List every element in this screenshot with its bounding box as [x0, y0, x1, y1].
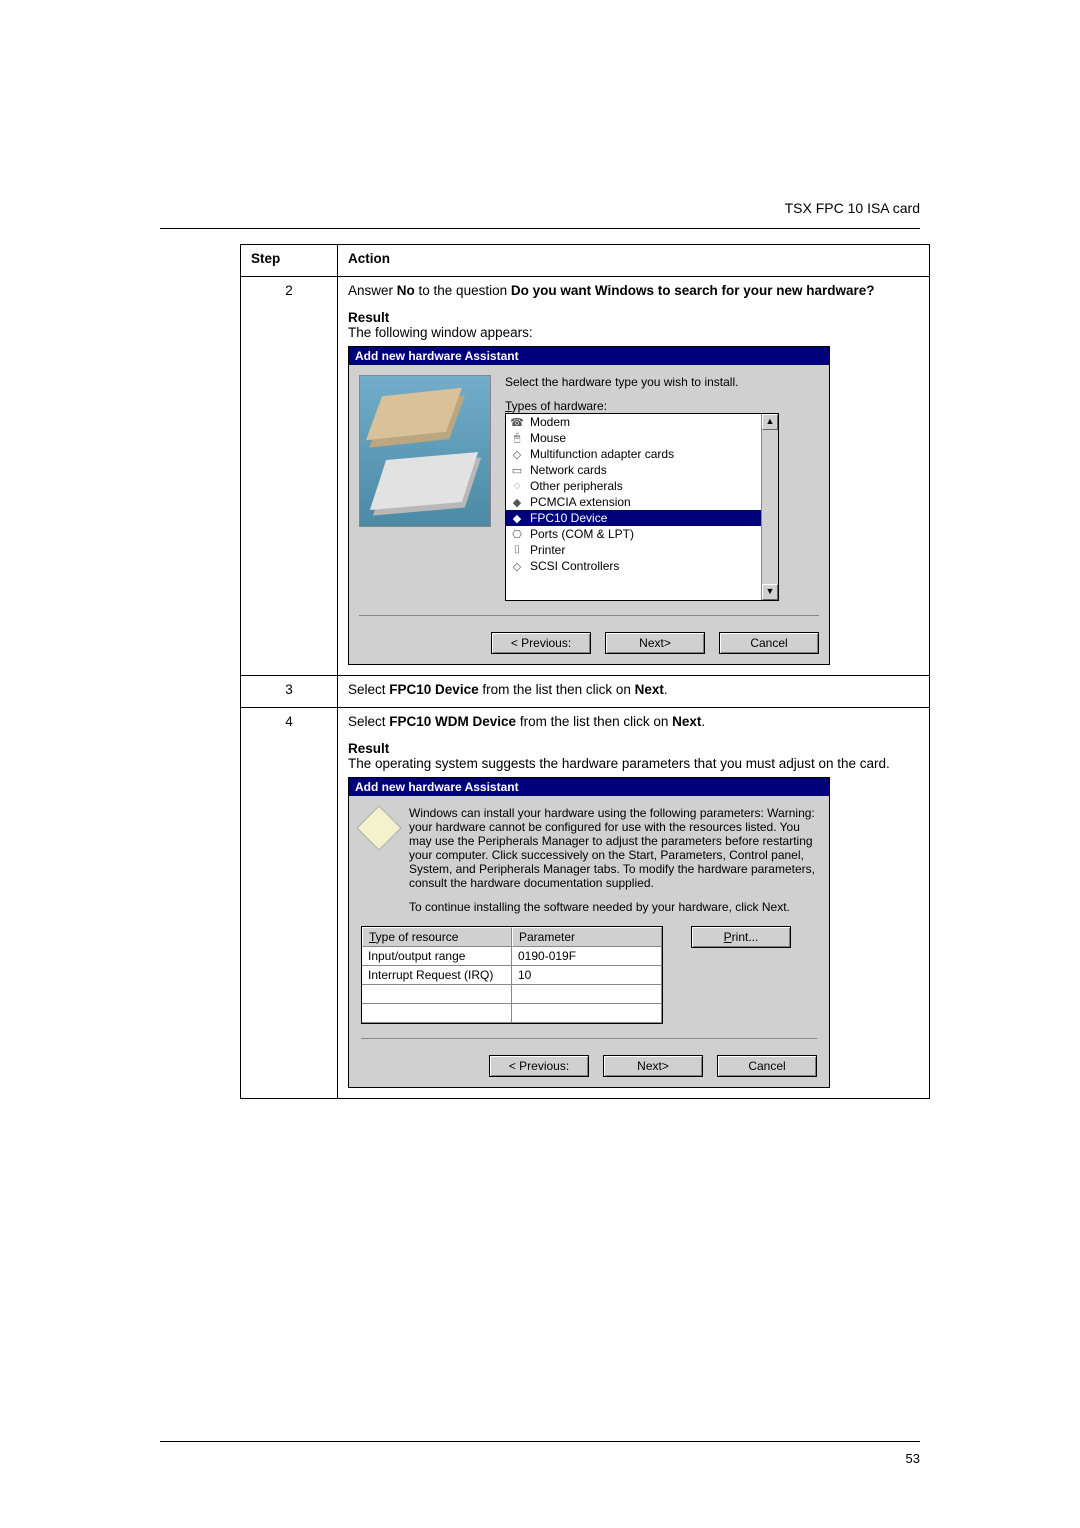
text-bold: No: [397, 283, 415, 298]
list-item-selected[interactable]: ◆ FPC10 Device: [506, 510, 778, 526]
empty-cell: [512, 985, 662, 1004]
text: .: [664, 682, 668, 697]
previous-button[interactable]: < Previous:: [491, 632, 591, 654]
pcmcia-icon: ◆: [510, 495, 524, 509]
steps-table: Step Action 2 Answer No to the question …: [240, 244, 930, 1099]
empty-cell: [362, 1004, 512, 1023]
network-icon: ▭: [510, 463, 524, 477]
text: Select: [348, 714, 389, 729]
wizard-dialog-2: Add new hardware Assistant Windows can i…: [348, 777, 830, 1088]
text-bold: FPC10 WDM Device: [389, 714, 516, 729]
text-bold: Next: [672, 714, 701, 729]
list-item[interactable]: ▭ Network cards: [506, 462, 778, 478]
list-item[interactable]: ⌷ Printer: [506, 542, 778, 558]
step-action: Select FPC10 Device from the list then c…: [338, 676, 930, 708]
text-bold: FPC10 Device: [389, 682, 478, 697]
list-item[interactable]: ◌ Other peripherals: [506, 478, 778, 494]
col-step-header: Step: [241, 245, 338, 277]
step-number: 3: [241, 676, 338, 708]
scroll-down-button[interactable]: ▼: [762, 584, 778, 600]
header-rule: [160, 228, 920, 229]
result-label: Result: [348, 741, 919, 756]
list-item[interactable]: ◇ Multifunction adapter cards: [506, 446, 778, 462]
list-item-label: Printer: [530, 543, 565, 557]
wizard-body-text: Windows can install your hardware using …: [409, 806, 817, 890]
text-bold: Next: [635, 682, 664, 697]
result-text: The following window appears:: [348, 325, 919, 340]
fpc10-icon: ◆: [510, 511, 524, 525]
list-item-label: Network cards: [530, 463, 607, 477]
result-label: Result: [348, 310, 919, 325]
step-action: Select FPC10 WDM Device from the list th…: [338, 708, 930, 1099]
next-button[interactable]: Next>: [603, 1055, 703, 1077]
page-number: 53: [906, 1451, 920, 1466]
ports-icon: ⎔: [510, 527, 524, 541]
step-number: 2: [241, 277, 338, 676]
wizard-instruction: Select the hardware type you wish to ins…: [505, 375, 819, 389]
wizard-titlebar: Add new hardware Assistant: [349, 778, 829, 796]
modem-icon: ☎: [510, 415, 524, 429]
list-item[interactable]: ☎ Modem: [506, 414, 778, 430]
list-item-label: Multifunction adapter cards: [530, 447, 674, 461]
scsi-icon: ◇: [510, 559, 524, 573]
text: from the list then click on: [516, 714, 672, 729]
resource-param: 10: [512, 966, 662, 985]
result-text: The operating system suggests the hardwa…: [348, 756, 919, 771]
list-item-label: Other peripherals: [530, 479, 623, 493]
col-param-header: Parameter: [512, 927, 662, 947]
scrollbar[interactable]: ▲ ▼: [761, 414, 778, 600]
text: from the list then click on: [479, 682, 635, 697]
resource-type: Input/output range: [362, 947, 512, 966]
list-item-label: FPC10 Device: [530, 511, 607, 525]
text: Select: [348, 682, 389, 697]
list-item[interactable]: ⎔ Ports (COM & LPT): [506, 526, 778, 542]
list-item-label: Modem: [530, 415, 570, 429]
list-item-label: PCMCIA extension: [530, 495, 631, 509]
wizard-continue-text: To continue installing the software need…: [409, 900, 817, 914]
print-button[interactable]: Print...: [691, 926, 791, 948]
resource-table: Type of resource Parameter Input/output …: [361, 926, 663, 1024]
list-item-label: SCSI Controllers: [530, 559, 619, 573]
doc-header: TSX FPC 10 ISA card: [785, 200, 920, 216]
multifunction-icon: ◇: [510, 447, 524, 461]
step-action: Answer No to the question Do you want Wi…: [338, 277, 930, 676]
list-item-label: Ports (COM & LPT): [530, 527, 634, 541]
cancel-button[interactable]: Cancel: [717, 1055, 817, 1077]
next-button[interactable]: Next>: [605, 632, 705, 654]
list-item[interactable]: ◇ SCSI Controllers: [506, 558, 778, 574]
text: to the question: [415, 283, 511, 298]
col-action-header: Action: [338, 245, 930, 277]
text: Answer: [348, 283, 397, 298]
warning-icon: [356, 805, 401, 850]
footer-rule: [160, 1441, 920, 1442]
col-type-header: Type of resource: [362, 927, 512, 947]
list-item[interactable]: 🖱 Mouse: [506, 430, 778, 446]
list-item[interactable]: ◆ PCMCIA extension: [506, 494, 778, 510]
wizard-titlebar: Add new hardware Assistant: [349, 347, 829, 365]
empty-cell: [362, 985, 512, 1004]
step-number: 4: [241, 708, 338, 1099]
other-icon: ◌: [510, 479, 524, 493]
mouse-icon: 🖱: [510, 431, 524, 445]
text: .: [701, 714, 705, 729]
text-bold: Do you want Windows to search for your n…: [511, 283, 875, 298]
wizard-dialog-1: Add new hardware Assistant Select the ha…: [348, 346, 830, 665]
types-label: Types of hardware:: [505, 399, 819, 413]
cancel-button[interactable]: Cancel: [719, 632, 819, 654]
wizard-art: [359, 375, 491, 527]
previous-button[interactable]: < Previous:: [489, 1055, 589, 1077]
resource-type: Interrupt Request (IRQ): [362, 966, 512, 985]
list-item-label: Mouse: [530, 431, 566, 445]
empty-cell: [512, 1004, 662, 1023]
hardware-types-list[interactable]: ☎ Modem 🖱 Mouse ◇ Multifunction adapter car…: [505, 413, 779, 601]
scroll-up-button[interactable]: ▲: [762, 414, 778, 430]
resource-param: 0190-019F: [512, 947, 662, 966]
printer-icon: ⌷: [510, 543, 524, 557]
